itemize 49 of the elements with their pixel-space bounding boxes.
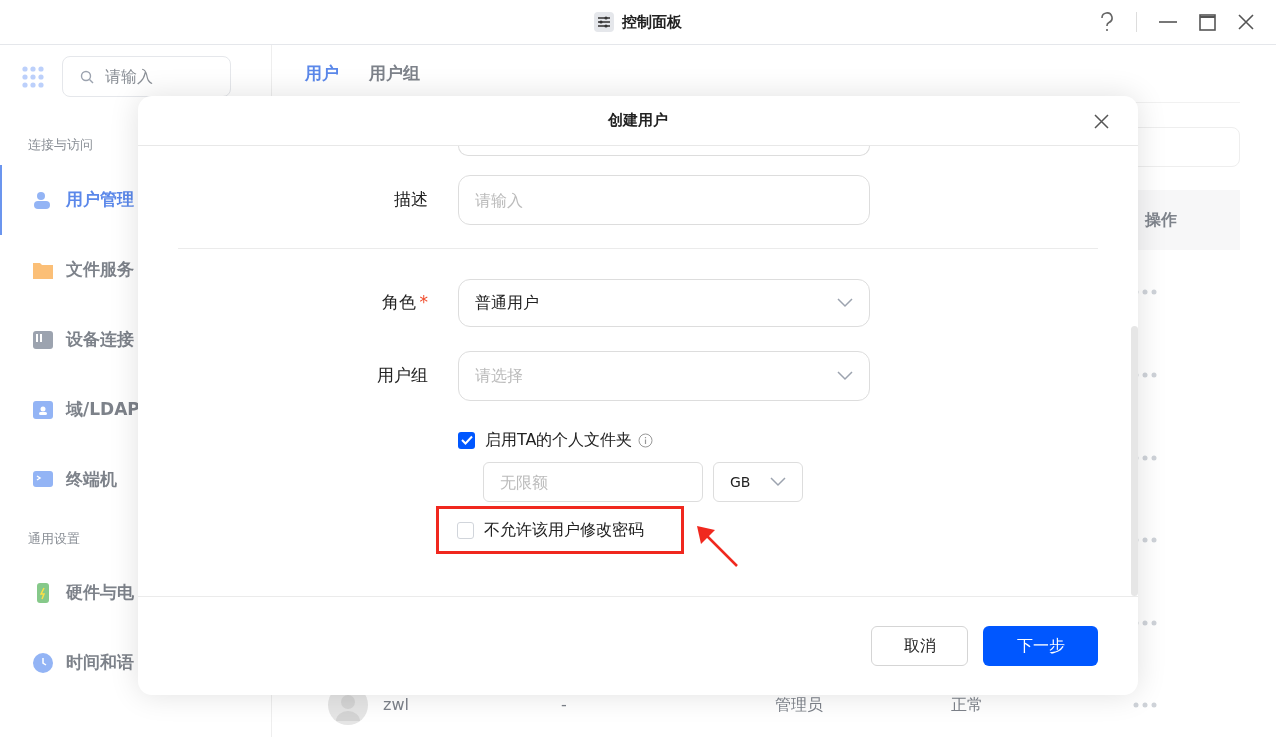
sidebar-item[interactable]: 设备连接: [0, 304, 271, 375]
table-cell: 管理员: [775, 695, 823, 715]
tab[interactable]: 用户: [305, 60, 339, 87]
field-label: 用户组: [377, 364, 428, 388]
sidebar-item[interactable]: 时间和语: [0, 628, 271, 698]
table-cell: zwl: [383, 695, 409, 715]
section-heading: 通用设置: [27, 529, 81, 548]
window-title: 控制面板: [622, 11, 682, 33]
tab[interactable]: 用户组: [369, 60, 420, 87]
chevron-down-icon: [837, 371, 853, 381]
field-label: 角色: [381, 291, 416, 315]
search-field[interactable]: 请输入: [62, 56, 231, 97]
close-icon[interactable]: [1238, 14, 1254, 30]
checkbox[interactable]: [457, 521, 474, 539]
role-select[interactable]: 普通用户: [458, 279, 870, 327]
sidebar-item[interactable]: 文件服务: [0, 234, 271, 305]
input-field[interactable]: 请输入: [458, 175, 870, 225]
checkbox-label: 不允许该用户修改密码: [484, 519, 644, 541]
close-icon[interactable]: [1094, 114, 1109, 129]
unit-select[interactable]: GB: [713, 462, 803, 502]
id-card-icon: [32, 398, 54, 421]
checkbox-label: 启用TA的个人文件夹: [485, 429, 633, 451]
chevron-down-icon: [770, 477, 786, 487]
cancel-button[interactable]: 取消: [871, 626, 968, 666]
sliders-icon: [594, 12, 614, 32]
group-select[interactable]: 请选择: [458, 351, 870, 401]
arrow-icon: [695, 524, 739, 568]
info-icon[interactable]: [638, 432, 654, 448]
column-header: 操作: [1145, 209, 1177, 231]
dialog-title: 创建用户: [608, 110, 668, 132]
next-button[interactable]: 下一步: [983, 626, 1098, 666]
device-icon: [32, 328, 54, 351]
section-heading: 连接与访问: [27, 136, 94, 154]
sidebar-item[interactable]: 终端机: [0, 444, 271, 515]
maximize-icon[interactable]: [1199, 13, 1216, 31]
checkbox[interactable]: [458, 431, 475, 449]
required-mark: *: [419, 291, 428, 315]
field-label: 描述: [394, 188, 428, 212]
sidebar-item[interactable]: 域/LDAP: [0, 374, 271, 445]
minimize-icon[interactable]: [1159, 21, 1177, 23]
search-icon: [80, 70, 94, 84]
table-cell: -: [561, 695, 567, 715]
quota-field[interactable]: 无限额: [483, 462, 703, 502]
more-icon[interactable]: [1133, 702, 1157, 709]
apps-grid-icon[interactable]: [22, 65, 44, 88]
sidebar-item[interactable]: 硬件与电: [0, 558, 271, 628]
help-icon[interactable]: [1100, 12, 1114, 32]
chevron-down-icon: [837, 298, 853, 308]
table-cell: 正常: [951, 695, 983, 715]
